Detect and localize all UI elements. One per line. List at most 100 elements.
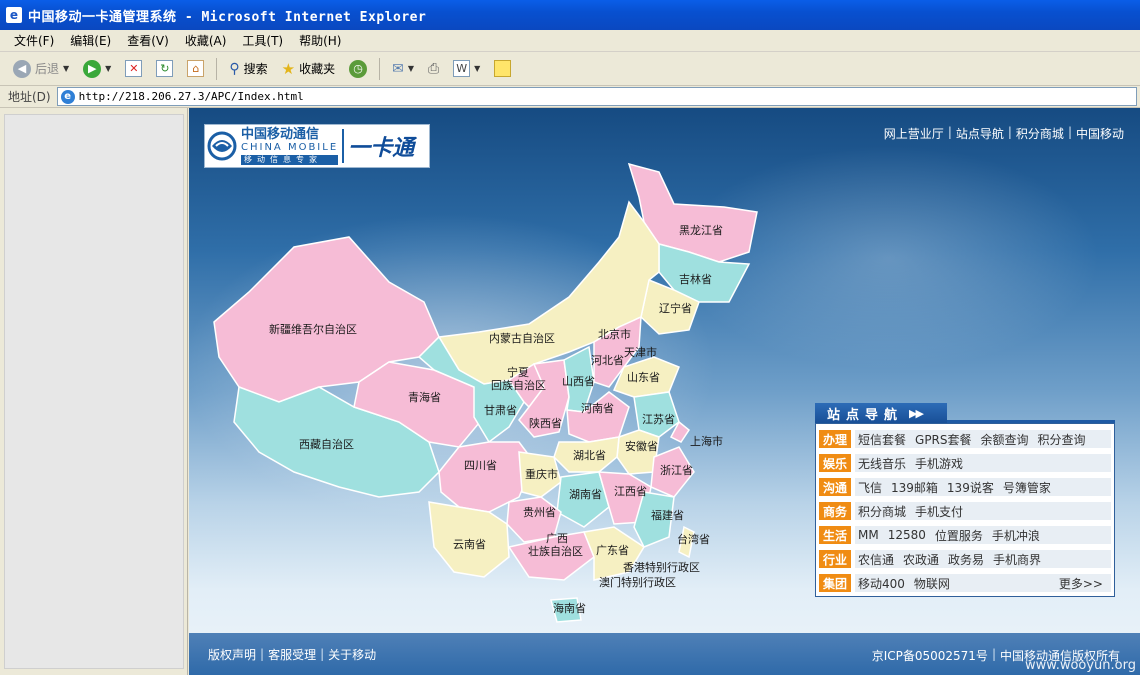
nav-link[interactable]: 手机游戏 [915,455,963,472]
menu-tools[interactable]: 工具(T) [234,30,291,51]
nav-link[interactable]: 手机商界 [993,551,1041,568]
chevron-down-icon: ▼ [63,64,70,73]
footer-customer-service[interactable]: 客服受理 [268,646,316,663]
nav-link[interactable]: 短信套餐 [858,431,906,448]
nav-category: 生活 [819,526,851,544]
province-hainan[interactable]: 海南省 [553,602,586,615]
topnav-points-mall[interactable]: 积分商城 [1016,125,1064,142]
province-shaanxi[interactable]: 陕西省 [529,417,562,430]
province-inner-mongolia[interactable]: 内蒙古自治区 [489,332,555,345]
province-guangdong[interactable]: 广东省 [596,544,629,557]
province-shandong[interactable]: 山东省 [627,371,660,384]
province-hubei[interactable]: 湖北省 [573,449,606,462]
nav-link[interactable]: GPRS套餐 [915,431,972,448]
nav-link[interactable]: 位置服务 [935,527,983,544]
menu-file[interactable]: 文件(F) [6,30,62,51]
province-jiangsu[interactable]: 江苏省 [642,413,675,426]
nav-row-handle: 办理 短信套餐 GPRS套餐 余额查询 积分查询 [819,427,1111,451]
history-button[interactable]: ◷ [344,58,372,80]
menu-bar: 文件(F) 编辑(E) 查看(V) 收藏(A) 工具(T) 帮助(H) [0,30,1140,52]
nav-link[interactable]: 农政通 [903,551,939,568]
nav-link[interactable]: 政务易 [948,551,984,568]
nav-category: 沟通 [819,478,851,496]
nav-row-industry: 行业 农信通 农政通 政务易 手机商界 [819,547,1111,571]
print-button[interactable]: ⎙ [423,59,444,79]
edit-icon: W [453,60,471,77]
province-gansu[interactable]: 甘肃省 [484,404,517,417]
province-fujian[interactable]: 福建省 [651,509,684,522]
province-yunnan[interactable]: 云南省 [453,538,486,551]
topnav-site-nav[interactable]: 站点导航 [956,125,1004,142]
province-zhejiang[interactable]: 浙江省 [660,464,693,477]
back-button[interactable]: ◀ 后退 ▼ [8,58,74,80]
stop-button[interactable]: ✕ [120,58,147,79]
nav-link[interactable]: 手机支付 [915,503,963,520]
province-tianjin[interactable]: 天津市 [624,346,657,359]
menu-help[interactable]: 帮助(H) [291,30,349,51]
nav-link[interactable]: 积分商城 [858,503,906,520]
logo-chinese: 中国移动通信 [241,127,320,142]
nav-link[interactable]: 号簿管家 [1003,479,1051,496]
province-guizhou[interactable]: 贵州省 [523,506,556,519]
messenger-button[interactable] [489,58,516,79]
forward-button[interactable]: ▶ ▼ [78,58,116,80]
nav-category: 行业 [819,550,851,568]
province-beijing[interactable]: 北京市 [598,328,631,341]
province-anhui[interactable]: 安徽省 [625,440,658,453]
nav-link[interactable]: 物联网 [914,575,950,592]
province-heilongjiang[interactable]: 黑龙江省 [679,224,723,237]
province-liaoning[interactable]: 辽宁省 [659,302,692,315]
province-hunan[interactable]: 湖南省 [569,488,602,501]
favorites-button[interactable]: ★ 收藏夹 [277,58,340,80]
menu-view[interactable]: 查看(V) [119,30,177,51]
refresh-button[interactable]: ↻ [151,58,178,79]
province-qinghai[interactable]: 青海省 [408,391,441,404]
nav-row-entertainment: 娱乐 无线音乐 手机游戏 [819,451,1111,475]
nav-link[interactable]: 12580 [888,528,926,542]
province-shanghai[interactable]: 上海市 [690,435,723,448]
home-button[interactable]: ⌂ [182,58,209,79]
search-label: 搜索 [243,62,268,76]
province-ningxia[interactable]: 宁夏 [507,366,529,379]
province-guangxi-zhuang[interactable]: 壮族自治区 [528,545,583,558]
nav-link[interactable]: 139说客 [947,479,994,496]
footer-about[interactable]: 关于移动 [328,646,376,663]
window-titlebar: e 中国移动一卡通管理系统 - Microsoft Internet Explo… [0,0,1140,30]
nav-link[interactable]: 139邮箱 [891,479,938,496]
address-input[interactable]: e http://218.206.27.3/APC/Index.html [56,87,1137,106]
province-guangxi[interactable]: 广西 [546,532,568,545]
topnav-business-hall[interactable]: 网上营业厅 [884,125,944,142]
nav-link[interactable]: 移动400 [858,575,905,592]
nav-link[interactable]: 积分查询 [1038,431,1086,448]
province-xinjiang[interactable]: 新疆维吾尔自治区 [269,323,357,336]
province-jilin[interactable]: 吉林省 [679,273,712,286]
nav-link[interactable]: 无线音乐 [858,455,906,472]
more-link[interactable]: 更多>> [1059,575,1103,592]
province-hong-kong[interactable]: 香港特别行政区 [623,561,700,574]
province-sichuan[interactable]: 四川省 [464,459,497,472]
province-jiangxi[interactable]: 江西省 [614,485,647,498]
province-henan[interactable]: 河南省 [581,402,614,415]
province-chongqing[interactable]: 重庆市 [525,468,558,481]
nav-link[interactable]: 飞信 [858,479,882,496]
mail-button[interactable]: ✉ ▼ [387,59,419,79]
search-button[interactable]: ⚲ 搜索 [224,58,272,79]
nav-link[interactable]: 农信通 [858,551,894,568]
province-shanxi[interactable]: 山西省 [562,375,595,388]
nav-link[interactable]: MM [858,528,879,542]
note-icon [494,60,512,77]
menu-favorites[interactable]: 收藏(A) [177,30,235,51]
nav-row-group: 集团 移动400 物联网 更多>> [819,571,1111,595]
edit-button[interactable]: W ▼ [448,58,485,79]
nav-link[interactable]: 余额查询 [981,431,1029,448]
province-macau[interactable]: 澳门特别行政区 [599,576,676,589]
province-ningxia-hui[interactable]: 回族自治区 [491,379,546,392]
menu-edit[interactable]: 编辑(E) [62,30,119,51]
province-taiwan[interactable]: 台湾省 [677,533,710,546]
nav-link[interactable]: 手机冲浪 [992,527,1040,544]
topnav-china-mobile[interactable]: 中国移动 [1076,125,1124,142]
mail-icon: ✉ [392,60,404,77]
province-tibet[interactable]: 西藏自治区 [299,438,354,451]
province-hebei[interactable]: 河北省 [591,354,624,367]
footer-copyright-statement[interactable]: 版权声明 [208,646,256,663]
